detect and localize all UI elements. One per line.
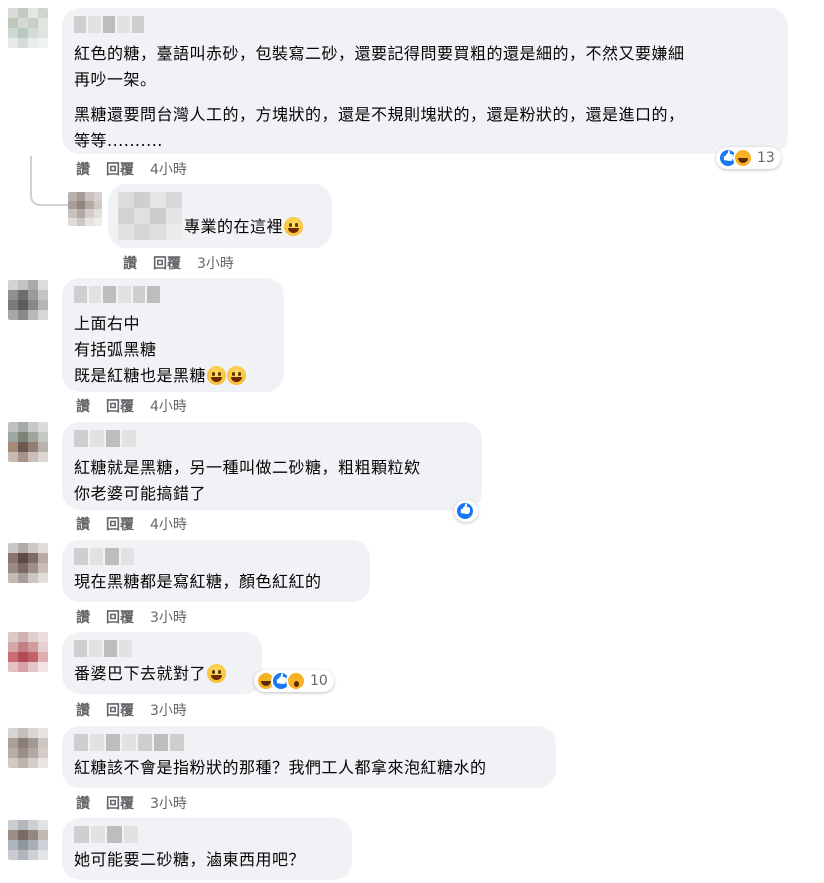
comment-line: 現在黑糖都是寫紅糖，顏色紅紅的 bbox=[74, 572, 322, 591]
commenter-name[interactable] bbox=[74, 16, 145, 33]
comment-line: 專業的在這裡 bbox=[184, 217, 284, 236]
like-link[interactable]: 讚 bbox=[123, 253, 137, 273]
reaction-summary[interactable]: 13 bbox=[716, 147, 781, 169]
comment-actions: 讚 回覆 4小時 bbox=[76, 514, 187, 534]
comment-line: 紅糖就是黑糖，另一種叫做二砂糖，粗粗顆粒欸 bbox=[74, 458, 421, 477]
comment-bubble: 現在黑糖都是寫紅糖，顏色紅紅的 bbox=[62, 540, 370, 602]
comment-bubble: 番婆巴下去就對了 bbox=[62, 632, 262, 694]
comment-actions: 讚 回覆 3小時 bbox=[76, 700, 187, 720]
avatar[interactable] bbox=[8, 8, 48, 48]
comment-text: 專業的在這裡 bbox=[184, 214, 304, 240]
comment-text: 紅糖就是黑糖，另一種叫做二砂糖，粗粗顆粒欸 你老婆可能搞錯了 bbox=[74, 455, 470, 507]
like-link[interactable]: 讚 bbox=[76, 793, 90, 813]
timestamp[interactable]: 4小時 bbox=[150, 159, 187, 179]
comment-actions: 讚 回覆 3小時 bbox=[123, 253, 234, 273]
avatar[interactable] bbox=[68, 192, 102, 226]
timestamp[interactable]: 3小時 bbox=[150, 700, 187, 720]
commenter-name[interactable] bbox=[74, 734, 184, 751]
comment-bubble: 專業的在這裡 bbox=[108, 184, 332, 248]
comment-line: 等等.......... bbox=[74, 131, 163, 150]
like-link[interactable]: 讚 bbox=[76, 159, 90, 179]
comment-line: 上面右中 bbox=[74, 314, 141, 333]
avatar[interactable] bbox=[8, 280, 48, 320]
avatar[interactable] bbox=[8, 820, 48, 860]
comment-text: 番婆巴下去就對了 bbox=[74, 661, 250, 687]
reaction-count: 13 bbox=[757, 150, 775, 166]
grinning-face-emoji bbox=[207, 664, 227, 683]
comment-line: 黑糖還要問台灣人工的，方塊狀的，還是不規則塊狀的，還是粉狀的，還是進口的， bbox=[74, 105, 685, 124]
like-link[interactable]: 讚 bbox=[76, 514, 90, 534]
comment-text: 紅糖該不會是指粉狀的那種？我們工人都拿來泡紅糖水的 bbox=[74, 755, 544, 781]
comment-line: 再吵一架。 bbox=[74, 70, 157, 89]
grinning-face-emoji bbox=[207, 366, 227, 385]
like-link[interactable]: 讚 bbox=[76, 607, 90, 627]
reply-link[interactable]: 回覆 bbox=[106, 396, 134, 416]
comment-line: 紅糖該不會是指粉狀的那種？我們工人都拿來泡紅糖水的 bbox=[74, 758, 487, 777]
comment-line: 既是紅糖也是黑糖 bbox=[74, 366, 207, 385]
comment-line: 番婆巴下去就對了 bbox=[74, 664, 207, 683]
comment-line: 有括弧黑糖 bbox=[74, 340, 157, 359]
avatar[interactable] bbox=[8, 543, 48, 583]
commenter-name[interactable] bbox=[118, 192, 182, 240]
reply-link[interactable]: 回覆 bbox=[106, 700, 134, 720]
wow-icon bbox=[286, 671, 306, 691]
comment-text: 紅色的糖，臺語叫赤砂，包裝寫二砂，還要記得問要買粗的還是細的，不然又要嫌細 再吵一… bbox=[74, 41, 776, 154]
haha-icon bbox=[733, 148, 753, 168]
commenter-name[interactable] bbox=[74, 826, 138, 843]
reply-thread-line bbox=[30, 156, 68, 206]
comment-bubble: 上面右中 有括弧黑糖 既是紅糖也是黑糖 bbox=[62, 278, 284, 392]
comment-actions: 讚 回覆 3小時 bbox=[76, 607, 187, 627]
comment-text: 上面右中 有括弧黑糖 既是紅糖也是黑糖 bbox=[74, 311, 272, 389]
comment-line: 她可能要二砂糖，滷東西用吧？ bbox=[74, 850, 306, 869]
comment-bubble: 紅糖該不會是指粉狀的那種？我們工人都拿來泡紅糖水的 bbox=[62, 726, 556, 788]
reply-link[interactable]: 回覆 bbox=[106, 793, 134, 813]
comment-bubble: 紅色的糖，臺語叫赤砂，包裝寫二砂，還要記得問要買粗的還是細的，不然又要嫌細 再吵一… bbox=[62, 8, 788, 154]
reaction-summary[interactable]: 10 bbox=[254, 670, 334, 692]
grinning-face-emoji bbox=[227, 366, 247, 385]
avatar[interactable] bbox=[8, 422, 48, 462]
reply-link[interactable]: 回覆 bbox=[106, 159, 134, 179]
comment-line: 你老婆可能搞錯了 bbox=[74, 484, 207, 503]
commenter-name[interactable] bbox=[74, 548, 134, 565]
comment-text: 現在黑糖都是寫紅糖，顏色紅紅的 bbox=[74, 569, 358, 595]
comment-bubble: 她可能要二砂糖，滷東西用吧？ bbox=[62, 818, 352, 880]
commenter-name[interactable] bbox=[74, 640, 132, 657]
comment-actions: 讚 回覆 4小時 bbox=[76, 396, 187, 416]
timestamp[interactable]: 3小時 bbox=[150, 607, 187, 627]
comment-text: 她可能要二砂糖，滷東西用吧？ bbox=[74, 847, 340, 873]
comment-bubble: 紅糖就是黑糖，另一種叫做二砂糖，粗粗顆粒欸 你老婆可能搞錯了 bbox=[62, 422, 482, 510]
avatar[interactable] bbox=[8, 728, 48, 768]
timestamp[interactable]: 3小時 bbox=[150, 793, 187, 813]
comment-line: 紅色的糖，臺語叫赤砂，包裝寫二砂，還要記得問要買粗的還是細的，不然又要嫌細 bbox=[74, 44, 685, 63]
comment-actions: 讚 回覆 4小時 bbox=[76, 159, 187, 179]
timestamp[interactable]: 4小時 bbox=[150, 396, 187, 416]
reaction-count: 10 bbox=[310, 673, 328, 689]
reaction-summary[interactable] bbox=[454, 500, 478, 522]
grinning-face-emoji bbox=[284, 217, 304, 236]
comment-actions: 讚 回覆 3小時 bbox=[76, 793, 187, 813]
reply-link[interactable]: 回覆 bbox=[153, 253, 181, 273]
like-icon bbox=[455, 501, 475, 521]
timestamp[interactable]: 3小時 bbox=[197, 253, 234, 273]
commenter-name[interactable] bbox=[74, 286, 161, 303]
timestamp[interactable]: 4小時 bbox=[150, 514, 187, 534]
reply-link[interactable]: 回覆 bbox=[106, 607, 134, 627]
like-link[interactable]: 讚 bbox=[76, 396, 90, 416]
like-link[interactable]: 讚 bbox=[76, 700, 90, 720]
reply-link[interactable]: 回覆 bbox=[106, 514, 134, 534]
avatar[interactable] bbox=[8, 632, 48, 672]
commenter-name[interactable] bbox=[74, 430, 136, 447]
